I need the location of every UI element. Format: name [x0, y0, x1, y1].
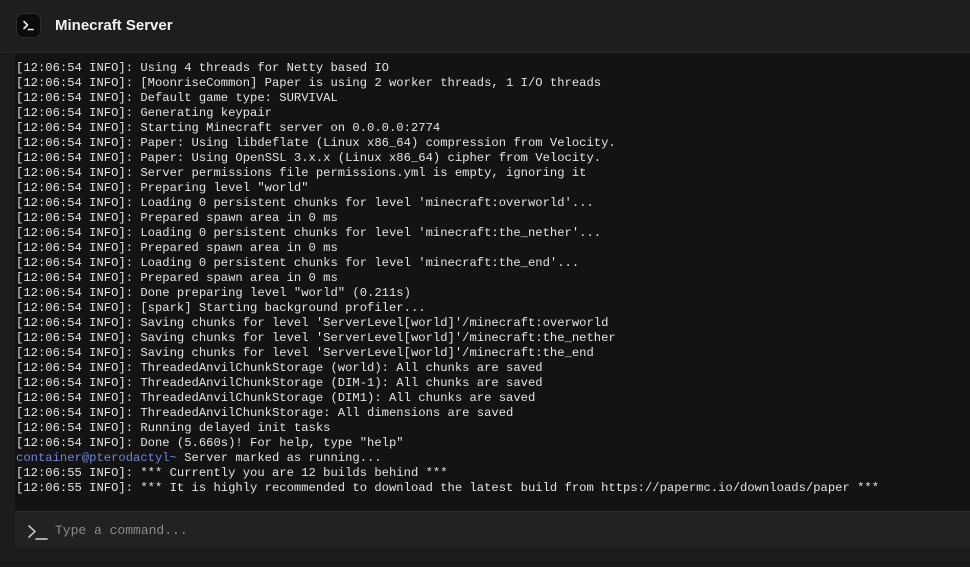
console-line-text: [12:06:54 INFO]: [MoonriseCommon] Paper … — [16, 76, 602, 90]
console-line-text: [12:06:54 INFO]: Default game type: SURV… — [16, 91, 338, 105]
console-line-text: [12:06:54 INFO]: Loading 0 persistent ch… — [16, 196, 594, 210]
console-line-text: [12:06:54 INFO]: Prepared spawn area in … — [16, 211, 338, 225]
console-log: [12:06:54 INFO]: Using 4 threads for Net… — [16, 61, 966, 496]
console-line-text: [12:06:54 INFO]: Generating keypair — [16, 106, 272, 120]
console-line-text: [12:06:54 INFO]: Running delayed init ta… — [16, 421, 331, 435]
console-line-text: [12:06:54 INFO]: Saving chunks for level… — [16, 346, 594, 360]
console-line-text: [12:06:54 INFO]: ThreadedAnvilChunkStora… — [16, 391, 536, 405]
console-line-text: [12:06:54 INFO]: ThreadedAnvilChunkStora… — [16, 406, 514, 420]
console-line-text: [12:06:54 INFO]: Paper: Using OpenSSL 3.… — [16, 151, 602, 165]
console-line: [12:06:54 INFO]: ThreadedAnvilChunkStora… — [16, 376, 966, 391]
console-line: [12:06:54 INFO]: Using 4 threads for Net… — [16, 61, 966, 76]
console-line: [12:06:54 INFO]: Saving chunks for level… — [16, 316, 966, 331]
console-line: [12:06:54 INFO]: Prepared spawn area in … — [16, 271, 966, 286]
console-line-text: [12:06:54 INFO]: Starting Minecraft serv… — [16, 121, 441, 135]
console-line: [12:06:55 INFO]: *** Currently you are 1… — [16, 466, 966, 481]
console-line-text: [12:06:54 INFO]: Loading 0 persistent ch… — [16, 226, 602, 240]
console-line: [12:06:54 INFO]: [spark] Starting backgr… — [16, 301, 966, 316]
console-line: [12:06:54 INFO]: Done (5.660s)! For help… — [16, 436, 966, 451]
server-console-page: Minecraft Server [12:06:54 INFO]: Using … — [0, 0, 970, 567]
console-line: [12:06:54 INFO]: ThreadedAnvilChunkStora… — [16, 361, 966, 376]
console-line-text: [12:06:54 INFO]: Saving chunks for level… — [16, 316, 609, 330]
footer-strip — [0, 561, 970, 567]
console-line-text: [12:06:54 INFO]: Server permissions file… — [16, 166, 587, 180]
console-line-text: [12:06:54 INFO]: Prepared spawn area in … — [16, 271, 338, 285]
console-line: [12:06:54 INFO]: Loading 0 persistent ch… — [16, 226, 966, 241]
page-header: Minecraft Server — [0, 0, 970, 53]
console-line: [12:06:54 INFO]: Done preparing level "w… — [16, 286, 966, 301]
console-line: [12:06:54 INFO]: Running delayed init ta… — [16, 421, 966, 436]
console-line-text: [12:06:54 INFO]: Using 4 threads for Net… — [16, 61, 389, 75]
console-line-text: Server marked as running... — [176, 451, 382, 465]
console-line: [12:06:54 INFO]: Default game type: SURV… — [16, 91, 966, 106]
command-bar — [15, 511, 970, 548]
console-line: [12:06:54 INFO]: ThreadedAnvilChunkStora… — [16, 391, 966, 406]
console-line: container@pterodactyl~ Server marked as … — [16, 451, 966, 466]
console-line: [12:06:54 INFO]: Server permissions file… — [16, 166, 966, 181]
console-line: [12:06:54 INFO]: Loading 0 persistent ch… — [16, 196, 966, 211]
console-line-text: [12:06:55 INFO]: *** Currently you are 1… — [16, 466, 448, 480]
console-line-text: [12:06:54 INFO]: Paper: Using libdeflate… — [16, 136, 616, 150]
console-line-text: [12:06:55 INFO]: *** It is highly recomm… — [16, 481, 880, 495]
console-line: [12:06:54 INFO]: Generating keypair — [16, 106, 966, 121]
terminal-prompt-icon — [27, 523, 49, 541]
console-line-text: [12:06:54 INFO]: Preparing level "world" — [16, 181, 309, 195]
console-output[interactable]: [12:06:54 INFO]: Using 4 threads for Net… — [15, 53, 970, 511]
console-line: [12:06:54 INFO]: Prepared spawn area in … — [16, 241, 966, 256]
console-line: [12:06:54 INFO]: Preparing level "world" — [16, 181, 966, 196]
page-title: Minecraft Server — [55, 17, 173, 34]
console-line-text: [12:06:54 INFO]: Saving chunks for level… — [16, 331, 616, 345]
terminal-icon — [16, 13, 41, 38]
console-prompt-prefix: container@pterodactyl~ — [16, 451, 177, 465]
console-line-text: [12:06:54 INFO]: Prepared spawn area in … — [16, 241, 338, 255]
console-line-text: [12:06:54 INFO]: Done (5.660s)! For help… — [16, 436, 404, 450]
console-line-text: [12:06:54 INFO]: Loading 0 persistent ch… — [16, 256, 580, 270]
console-line: [12:06:54 INFO]: Paper: Using libdeflate… — [16, 136, 966, 151]
console-line-text: [12:06:54 INFO]: [spark] Starting backgr… — [16, 301, 426, 315]
console-line: [12:06:54 INFO]: [MoonriseCommon] Paper … — [16, 76, 966, 91]
console-line: [12:06:55 INFO]: *** It is highly recomm… — [16, 481, 966, 496]
console-line: [12:06:54 INFO]: Loading 0 persistent ch… — [16, 256, 966, 271]
console-line-text: [12:06:54 INFO]: ThreadedAnvilChunkStora… — [16, 361, 543, 375]
command-input[interactable] — [55, 519, 955, 541]
console-line: [12:06:54 INFO]: Starting Minecraft serv… — [16, 121, 966, 136]
console-line: [12:06:54 INFO]: Saving chunks for level… — [16, 346, 966, 361]
console-line: [12:06:54 INFO]: Saving chunks for level… — [16, 331, 966, 346]
console-line: [12:06:54 INFO]: ThreadedAnvilChunkStora… — [16, 406, 966, 421]
console-line: [12:06:54 INFO]: Paper: Using OpenSSL 3.… — [16, 151, 966, 166]
console-line-text: [12:06:54 INFO]: Done preparing level "w… — [16, 286, 411, 300]
console-line: [12:06:54 INFO]: Prepared spawn area in … — [16, 211, 966, 226]
console-line-text: [12:06:54 INFO]: ThreadedAnvilChunkStora… — [16, 376, 543, 390]
